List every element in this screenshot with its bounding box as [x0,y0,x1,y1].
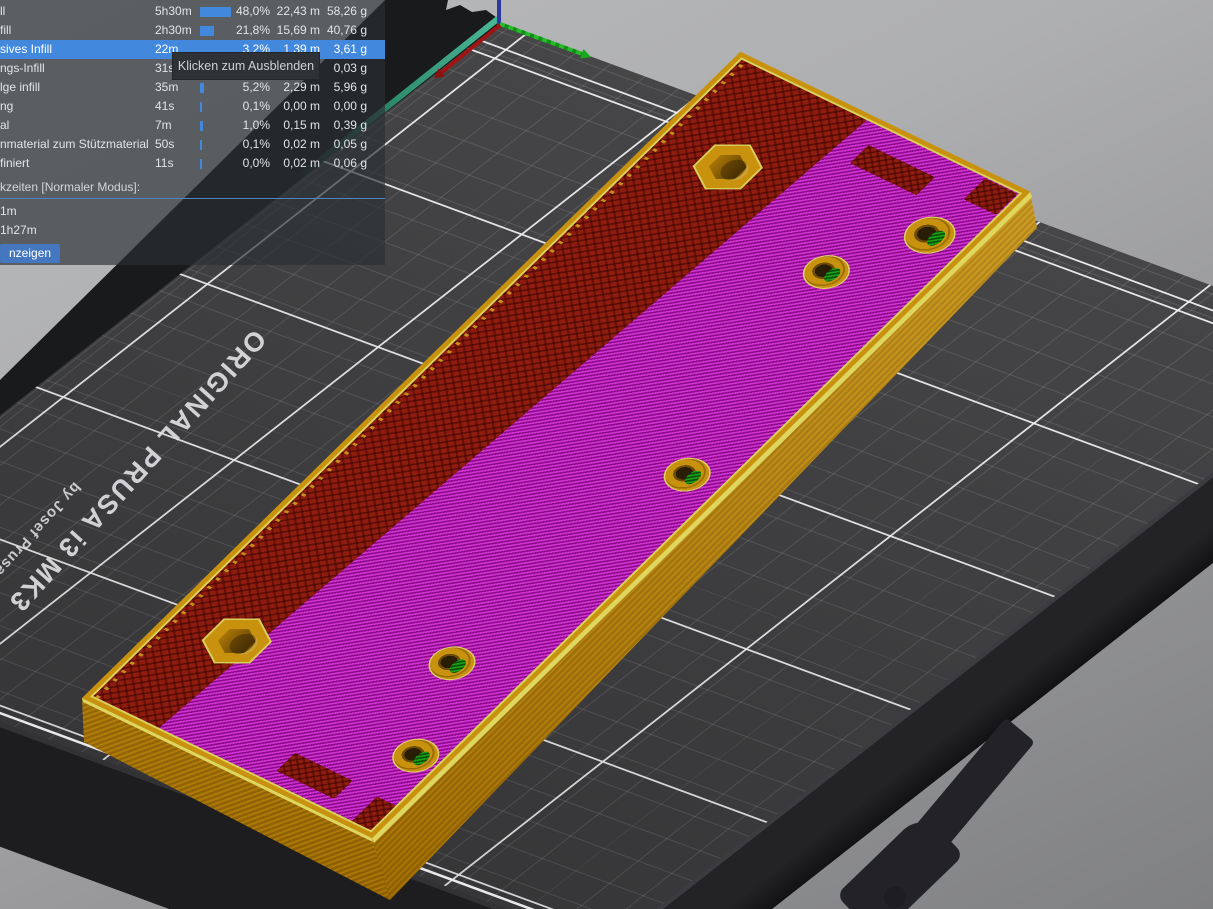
feature-label: sives Infill [0,42,53,56]
feature-weight: 58,26 g [326,4,367,18]
feature-time: 5h30m [155,4,192,18]
feature-bar [200,159,202,169]
solid-infill-patch [963,178,1018,215]
feature-time: 11s [155,156,174,170]
feature-row[interactable]: ll 5h30m 48,0% 22,43 m 58,26 g [0,2,385,21]
print-time-line: 1m [0,204,17,218]
feature-weight: 0,39 g [333,118,367,132]
feature-weight: 0,05 g [333,137,367,151]
print-time-line: 1h27m [0,223,37,237]
feature-weight: 40,76 g [326,23,367,37]
section-divider [0,198,385,199]
feature-row[interactable]: nmaterial zum Stützmaterial 50s 0,1% 0,0… [0,135,385,154]
feature-label: ng [0,99,14,113]
feature-bar [200,83,204,93]
feature-time: 35m [155,80,179,94]
feature-label: fill [0,23,12,37]
feature-time: 41s [155,99,175,113]
print-time-heading: kzeiten [Normaler Modus]: [0,180,141,194]
hide-feature-tooltip: Klicken zum Ausblenden [172,52,320,80]
feature-time: 7m [155,118,172,132]
feature-rows: ll 5h30m 48,0% 22,43 m 58,26 g fill 2h30… [0,0,385,173]
slicer-preview-window: ORIGINAL PRUSA i3 MK3 by Josef Prusa ll … [0,0,1213,909]
feature-row[interactable]: finiert 11s 0,0% 0,02 m 0,06 g [0,154,385,173]
feature-row[interactable]: ng 41s 0,1% 0,00 m 0,00 g [0,97,385,116]
bed-corner-knob [884,886,906,908]
feature-row[interactable]: lge infill 35m 5,2% 2,29 m 5,96 g [0,78,385,97]
feature-time: 50s [155,137,175,151]
feature-row[interactable]: al 7m 1,0% 0,15 m 0,39 g [0,116,385,135]
show-button[interactable]: nzeigen [0,244,61,263]
model-hole [656,453,718,497]
feature-weight: 5,96 g [333,80,367,94]
solid-infill-patch [849,144,936,196]
model-hole [795,250,858,294]
feature-label: nmaterial zum Stützmaterial [0,137,149,151]
feature-row[interactable]: fill 2h30m 21,8% 15,69 m 40,76 g [0,21,385,40]
feature-weight: 0,00 g [333,99,367,113]
model-hole [421,641,483,685]
feature-weight: 0,06 g [333,156,367,170]
feature-label: ngs-Infill [0,61,45,75]
model-hole [895,211,964,260]
feature-bar [200,140,202,150]
feature-bar [200,102,202,112]
feature-label: lge infill [0,80,41,94]
feature-label: finiert [0,156,30,170]
solid-infill-patch [276,752,353,799]
feature-label: al [0,118,10,132]
feature-bar [200,121,203,131]
model-hole [385,734,447,778]
feature-time: 2h30m [155,23,192,37]
feature-label: ll [0,4,6,18]
legend-panel: ll 5h30m 48,0% 22,43 m 58,26 g fill 2h30… [0,0,385,265]
